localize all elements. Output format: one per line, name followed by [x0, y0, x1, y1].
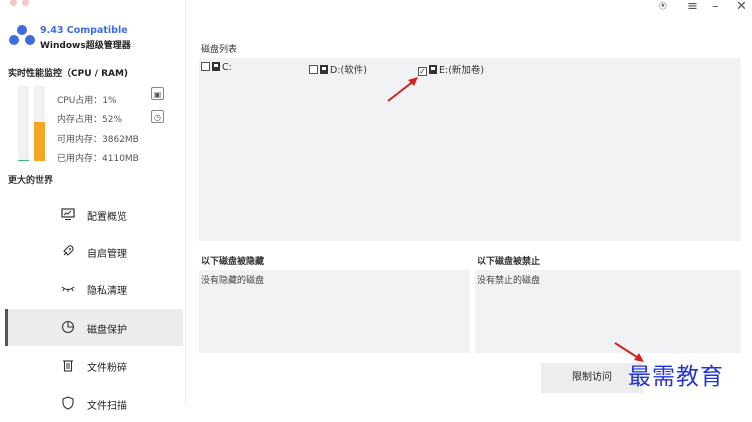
disk-item-e[interactable]: ✓ E:(新加卷) [418, 62, 484, 76]
checkbox[interactable] [309, 65, 318, 74]
mem-stat: 内存占用：52% [57, 115, 123, 125]
nav-label: 自启管理 [87, 249, 127, 260]
picture-icon[interactable]: ▣ [151, 87, 164, 100]
drive-icon [320, 65, 328, 74]
banned-disks-title: 以下磁盘被禁止 [477, 257, 541, 267]
window-dots [10, 0, 34, 9]
disk-label: E:(新加卷) [439, 65, 485, 76]
disk-label: D:(软件) [330, 65, 367, 76]
close-dot[interactable] [10, 0, 17, 6]
disk-item-d[interactable]: D:(软件) [309, 62, 367, 76]
nav-item-privacy[interactable]: 隐私清理 [5, 270, 183, 307]
nav-label: 磁盘保护 [87, 325, 127, 336]
drive-icon [212, 62, 220, 71]
nav-label: 文件粉碎 [87, 363, 127, 374]
settings-check-icon[interactable]: ⍟ [659, 0, 667, 14]
hidden-disks-title: 以下磁盘被隐藏 [201, 257, 265, 267]
nav-item-config[interactable]: 配置概览 [5, 196, 183, 233]
mem-bar [34, 86, 45, 161]
section-world: 更大的世界 [8, 176, 54, 186]
cpu-stat: CPU占用：1% [57, 96, 117, 106]
watermark-text: 最需教育 [628, 364, 724, 390]
annotation-arrow-icon [387, 77, 418, 102]
gauge-icon[interactable]: ◷ [151, 110, 164, 123]
minimize-dot[interactable] [22, 0, 29, 6]
nav-item-scan[interactable]: 文件扫描 [5, 385, 183, 422]
nav-label: 隐私清理 [87, 286, 127, 297]
monitor-title: 实时性能监控（CPU / RAM) [8, 69, 129, 79]
rocket-icon [63, 245, 74, 256]
pie-chart-icon [61, 320, 75, 334]
nav-item-disk-protect[interactable]: 磁盘保护 [5, 309, 183, 346]
avail-mem-stat: 可用内存：3862MB [57, 135, 139, 145]
app-version: 9.43 Compatible [40, 25, 128, 36]
disk-item-c[interactable]: C: [201, 62, 232, 73]
sidebar: 9.43 Compatible Windows超级管理器 实时性能监控（CPU … [0, 0, 186, 412]
drive-icon [429, 65, 437, 74]
nav-label: 配置概览 [87, 212, 127, 223]
nav-item-startup[interactable]: 自启管理 [5, 233, 183, 270]
app-name: Windows超级管理器 [40, 41, 131, 51]
nav-item-shred[interactable]: 文件粉碎 [5, 347, 183, 384]
eye-closed-icon [61, 286, 75, 292]
disk-list-title: 磁盘列表 [201, 45, 238, 55]
disk-list-panel [199, 58, 741, 241]
monitor-icon [61, 208, 75, 220]
cpu-bar-fill [18, 159, 29, 161]
app-logo-icon [9, 25, 35, 45]
hidden-disks-empty: 没有隐藏的磁盘 [201, 276, 265, 286]
minimize-icon[interactable]: – [712, 0, 719, 14]
menu-icon[interactable]: ≡ [687, 0, 698, 14]
used-mem-stat: 已用内存：4110MB [57, 154, 139, 164]
shield-icon [62, 396, 74, 410]
disk-label: C: [222, 62, 232, 73]
cpu-bar [18, 86, 29, 161]
banned-disks-empty: 没有禁止的磁盘 [477, 276, 541, 286]
mem-bar-fill [34, 122, 45, 161]
checkbox[interactable] [201, 62, 210, 71]
close-icon[interactable]: ✕ [736, 0, 747, 14]
trash-icon [63, 360, 73, 372]
